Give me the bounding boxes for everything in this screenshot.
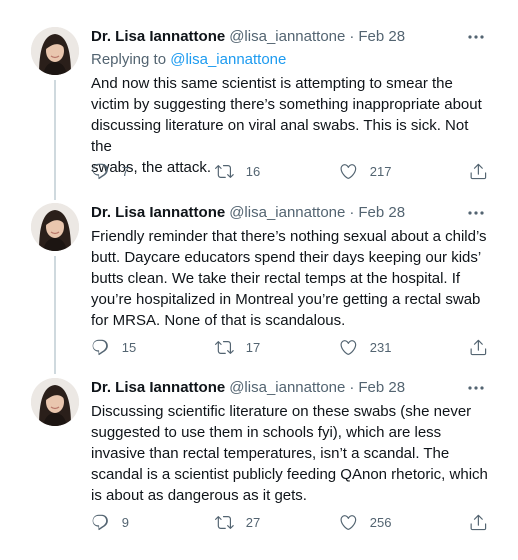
retweet-button[interactable]: 16 [215, 162, 260, 181]
tweet-thread: Dr. Lisa Iannattone @lisa_iannattone · F… [0, 0, 518, 560]
share-icon [470, 163, 487, 180]
separator: · [349, 28, 355, 45]
tweet-actions: 9 27 256 [91, 513, 491, 533]
share-icon [470, 514, 487, 531]
thread-connector-line [54, 80, 56, 200]
retweet-count: 17 [245, 339, 261, 355]
replying-to: Replying to @lisa_iannattone [91, 50, 491, 70]
separator: · [349, 379, 355, 396]
tweet-date[interactable]: Feb 28 [358, 203, 405, 223]
author-name[interactable]: Dr. Lisa Iannattone [91, 27, 225, 47]
heart-icon [340, 164, 357, 179]
tweet-header: Dr. Lisa Iannattone @lisa_iannattone · F… [91, 27, 491, 47]
avatar[interactable] [31, 203, 79, 251]
tweet-text: Friendly reminder that there’s nothing s… [91, 226, 491, 331]
reply-count: 15 [121, 339, 137, 355]
retweet-count: 16 [245, 163, 261, 179]
tweet-text-line: discussing literature on viral anal swab… [91, 117, 469, 155]
heart-icon [340, 515, 357, 530]
reply-button[interactable]: 7 [91, 162, 129, 181]
reply-icon [92, 163, 108, 180]
share-icon [470, 339, 487, 356]
tweet-text-line: scandal is a scientist publicly feeding … [91, 466, 488, 483]
retweet-button[interactable]: 27 [215, 513, 260, 532]
share-button[interactable] [469, 162, 488, 181]
like-button[interactable]: 256 [339, 513, 391, 532]
tweet-text-line: butt. Daycare educators spend their days… [91, 249, 482, 266]
more-horizontal-icon[interactable] [466, 205, 486, 221]
reply-count: 7 [121, 163, 129, 179]
author-name[interactable]: Dr. Lisa Iannattone [91, 203, 225, 223]
reply-icon [92, 514, 108, 531]
author-handle[interactable]: @lisa_iannattone [229, 203, 345, 223]
tweet-text-line: And now this same scientist is attemptin… [91, 75, 453, 92]
avatar[interactable] [31, 378, 79, 426]
retweet-count: 27 [245, 514, 261, 530]
tweet-text-line: victim by suggesting there’s something i… [91, 96, 482, 113]
tweet-date[interactable]: Feb 28 [358, 378, 405, 398]
tweet-text-line: Discussing scientific literature on thes… [91, 403, 472, 420]
like-button[interactable]: 217 [339, 162, 391, 181]
tweet-actions: 7 16 217 [91, 162, 491, 182]
more-horizontal-icon[interactable] [466, 380, 486, 396]
tweet-text-line: you’re hospitalized in Montreal you’re g… [91, 291, 481, 308]
like-count: 231 [369, 339, 392, 355]
replying-to-label: Replying to [91, 51, 171, 68]
tweet-date[interactable]: Feb 28 [358, 27, 405, 47]
tweet-text-line: for MRSA. None of that is scandalous. [91, 312, 346, 329]
tweet-text-line: Friendly reminder that there’s nothing s… [91, 228, 487, 245]
more-horizontal-icon[interactable] [466, 29, 486, 45]
separator: · [349, 204, 355, 221]
tweet-text-line: butts clean. We take their rectal temps … [91, 270, 461, 287]
tweet-header: Dr. Lisa Iannattone @lisa_iannattone · F… [91, 378, 491, 398]
tweet-text-line: suggested to use them in schools fyi), w… [91, 424, 442, 441]
like-count: 217 [369, 163, 392, 179]
share-button[interactable] [469, 513, 488, 532]
thread-connector-line [54, 256, 56, 374]
retweet-icon [215, 341, 234, 354]
author-name[interactable]: Dr. Lisa Iannattone [91, 378, 225, 398]
reply-icon [92, 339, 108, 356]
tweet-text: Discussing scientific literature on thes… [91, 401, 491, 506]
reply-count: 9 [121, 514, 129, 530]
retweet-icon [215, 165, 234, 178]
share-button[interactable] [469, 338, 488, 357]
tweet-actions: 15 17 231 [91, 338, 491, 358]
like-count: 256 [369, 514, 392, 530]
retweet-icon [215, 516, 234, 529]
author-handle[interactable]: @lisa_iannattone [229, 27, 345, 47]
avatar[interactable] [31, 27, 79, 75]
reply-button[interactable]: 15 [91, 338, 136, 357]
tweet-header: Dr. Lisa Iannattone @lisa_iannattone · F… [91, 203, 491, 223]
tweet-text-line: invasive than rectal temperatures, isn’t… [91, 445, 450, 462]
heart-icon [340, 340, 357, 355]
like-button[interactable]: 231 [339, 338, 391, 357]
tweet-text-line: is about as dangerous as it gets. [91, 487, 307, 504]
replying-to-mention[interactable]: @lisa_iannattone [170, 51, 286, 68]
retweet-button[interactable]: 17 [215, 338, 260, 357]
author-handle[interactable]: @lisa_iannattone [229, 378, 345, 398]
reply-button[interactable]: 9 [91, 513, 129, 532]
